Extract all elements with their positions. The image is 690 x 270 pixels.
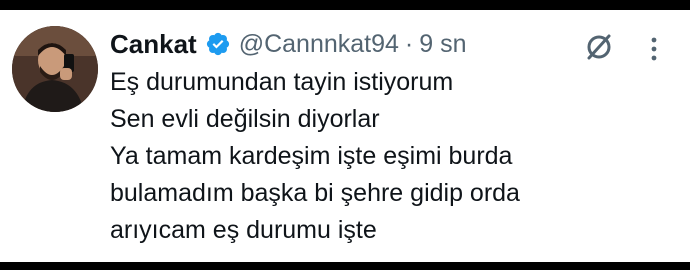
tweet-header: Cankat @Cannnkat94 · 9 sn [110, 26, 467, 62]
avatar[interactable] [12, 26, 98, 112]
grok-icon[interactable] [584, 32, 614, 62]
author-handle[interactable]: @Cannnkat94 [239, 30, 399, 59]
author-name[interactable]: Cankat [110, 29, 197, 60]
tweet-line: bulamadım başka bi şehre gidip orda [110, 179, 520, 207]
tweet-line: Sen evli değilsin diyorlar [110, 105, 380, 133]
more-vertical-icon[interactable] [647, 34, 661, 64]
tweet-timestamp[interactable]: 9 sn [419, 30, 466, 59]
screenshot-frame: Cankat @Cannnkat94 · 9 sn Eş durumundan … [0, 0, 690, 270]
separator-dot: · [404, 29, 414, 58]
tweet-line: Eş durumundan tayin istiyorum [110, 68, 454, 96]
verified-badge-icon [205, 31, 231, 57]
avatar-photo [12, 26, 98, 112]
tweet-text: Eş durumundan tayin istiyorum Sen evli d… [110, 64, 670, 249]
tweet-card[interactable]: Cankat @Cannnkat94 · 9 sn Eş durumundan … [0, 10, 690, 262]
tweet-line: arıyıcam eş durumu işte [110, 216, 377, 244]
tweet-line: Ya tamam kardeşim işte eşimi burda [110, 142, 513, 170]
